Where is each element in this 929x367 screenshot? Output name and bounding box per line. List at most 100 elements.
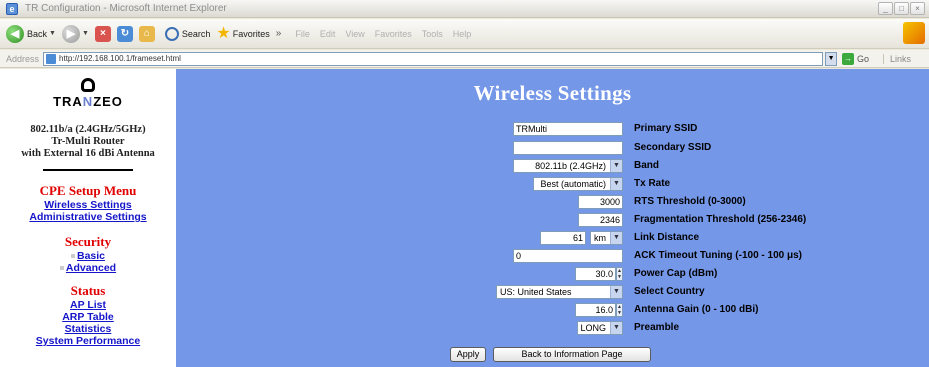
star-icon: ★ <box>216 24 231 42</box>
preamble-value: LONG <box>580 323 606 333</box>
maximize-icon[interactable]: □ <box>894 2 909 15</box>
product-line-2: Tr-Multi Router <box>51 136 125 147</box>
primary-ssid-input[interactable]: TRMulti <box>513 122 623 136</box>
search-button[interactable]: Search <box>164 26 211 41</box>
back-arrow-icon: ◀ <box>6 24 24 43</box>
sidebar-link-system-performance[interactable]: System Performance <box>0 335 176 347</box>
secondary-ssid-input[interactable] <box>513 141 623 155</box>
tx-rate-select[interactable]: Best (automatic) ▼ <box>533 177 623 191</box>
fragmentation-threshold-input[interactable]: 2346 <box>578 213 623 227</box>
back-label: Back <box>27 28 48 39</box>
sidebar-link-basic[interactable]: Basic <box>77 250 105 262</box>
cpe-setup-menu-title: CPE Setup Menu <box>39 183 137 198</box>
sidebar-link-administrative-settings[interactable]: Administrative Settings <box>0 211 176 223</box>
forward-arrow-icon: ▶ <box>61 24 80 43</box>
power-cap-input[interactable]: 30.0 <box>575 267 616 281</box>
rts-threshold-label: RTS Threshold (0-3000) <box>634 196 746 207</box>
window-controls: _ □ × <box>878 2 925 15</box>
preamble-label: Preamble <box>634 322 680 333</box>
go-arrow-icon: → <box>842 52 855 65</box>
rts-threshold-input[interactable]: 3000 <box>578 195 623 209</box>
tranzeo-logo: TRANZEO <box>0 78 176 112</box>
address-url: http://192.168.100.1/frameset.html <box>59 54 181 63</box>
country-value: US: United States <box>500 287 572 297</box>
back-to-information-page-button[interactable]: Back to Information Page <box>493 347 651 362</box>
links-button[interactable]: Links <box>883 53 911 64</box>
chevron-down-icon[interactable]: ▼ <box>610 232 622 244</box>
antenna-gain-label: Antenna Gain (0 - 100 dBi) <box>634 304 759 315</box>
product-description: 802.11b/a (2.4GHz/5GHz) Tr-Multi Router … <box>0 124 176 160</box>
ack-timeout-label: ACK Timeout Tuning (-100 - 100 μs) <box>634 250 802 261</box>
status-title: Status <box>70 283 106 298</box>
sidebar-link-arp-table[interactable]: ARP Table <box>0 311 176 323</box>
product-line-3: with External 16 dBi Antenna <box>21 148 155 159</box>
secondary-ssid-label: Secondary SSID <box>634 142 712 153</box>
minimize-icon[interactable]: _ <box>878 2 893 15</box>
link-distance-input[interactable]: 61 <box>540 231 586 245</box>
page-title: Wireless Settings <box>473 81 632 105</box>
preamble-select[interactable]: LONG ▼ <box>577 321 623 335</box>
sidebar-link-ap-list[interactable]: AP List <box>0 299 176 311</box>
search-icon <box>164 26 179 41</box>
menu-favorites[interactable]: Favorites <box>375 29 412 39</box>
menu-view[interactable]: View <box>345 29 364 39</box>
address-input[interactable]: http://192.168.100.1/frameset.html <box>43 51 824 66</box>
favorites-label: Favorites <box>232 28 270 39</box>
favorites-button[interactable]: ★ Favorites <box>216 24 270 42</box>
ack-timeout-input[interactable]: 0 <box>513 249 623 263</box>
chevron-down-icon[interactable]: ▼ <box>610 286 622 298</box>
toolbar-overflow-icon[interactable]: » <box>276 28 282 39</box>
link-distance-unit-value: km <box>594 233 606 243</box>
address-dropdown-icon[interactable]: ▼ <box>825 51 838 66</box>
window-title-bar: e TR Configuration - Microsoft Internet … <box>0 0 929 18</box>
select-country-label: Select Country <box>634 286 705 297</box>
stop-button[interactable]: × <box>94 25 111 42</box>
band-select[interactable]: 802.11b (2.4GHz) ▼ <box>513 159 623 173</box>
chevron-down-icon[interactable]: ▼ <box>610 160 622 172</box>
band-value: 802.11b (2.4GHz) <box>535 161 606 171</box>
sidebar-item-basic[interactable]: Basic <box>0 250 176 262</box>
menu-bar: File Edit View Favorites Tools Help <box>295 29 471 39</box>
sidebar-divider <box>43 169 133 171</box>
fragmentation-threshold-label: Fragmentation Threshold (256-2346) <box>634 214 807 225</box>
antenna-gain-input[interactable]: 16.0 <box>575 303 616 317</box>
logo-text: TRANZEO <box>53 94 123 109</box>
browser-toolbar: ◀ Back ▼ ▶ ▼ × ↻ ⌂ Search ★ Favorites » … <box>0 19 929 49</box>
bullet-icon <box>70 254 75 258</box>
logo-icon <box>81 78 95 92</box>
sidebar-link-wireless-settings[interactable]: Wireless Settings <box>0 199 176 211</box>
apply-button[interactable]: Apply <box>450 347 486 362</box>
tx-rate-value: Best (automatic) <box>540 179 606 189</box>
sidebar-link-statistics[interactable]: Statistics <box>0 323 176 335</box>
go-label: Go <box>857 53 870 64</box>
stop-icon: × <box>94 25 111 42</box>
sidebar-item-advanced[interactable]: Advanced <box>0 262 176 274</box>
link-distance-label: Link Distance <box>634 232 700 243</box>
menu-help[interactable]: Help <box>453 29 472 39</box>
country-select[interactable]: US: United States ▼ <box>496 285 623 299</box>
address-bar: Address http://192.168.100.1/frameset.ht… <box>0 50 929 68</box>
sidebar-link-advanced[interactable]: Advanced <box>66 262 116 274</box>
link-distance-unit-select[interactable]: km ▼ <box>590 231 623 245</box>
windows-logo-icon <box>903 22 925 44</box>
go-button[interactable]: → Go <box>842 52 870 65</box>
sidebar: TRANZEO 802.11b/a (2.4GHz/5GHz) Tr-Multi… <box>0 69 176 367</box>
home-button[interactable]: ⌂ <box>138 25 155 42</box>
home-icon: ⌂ <box>138 25 155 42</box>
close-icon[interactable]: × <box>910 2 925 15</box>
product-line-1: 802.11b/a (2.4GHz/5GHz) <box>30 124 146 135</box>
search-label: Search <box>181 28 211 39</box>
forward-button[interactable]: ▶ ▼ <box>61 24 89 43</box>
antenna-gain-spinner-icon[interactable]: ▲ ▼ <box>616 303 623 317</box>
back-button[interactable]: ◀ Back ▼ <box>6 24 56 43</box>
refresh-button[interactable]: ↻ <box>116 25 133 42</box>
chevron-down-icon[interactable]: ▼ <box>82 30 89 37</box>
chevron-down-icon[interactable]: ▼ <box>610 322 622 334</box>
power-cap-spinner-icon[interactable]: ▲ ▼ <box>616 267 623 281</box>
menu-file[interactable]: File <box>295 29 310 39</box>
primary-ssid-label: Primary SSID <box>634 123 698 134</box>
chevron-down-icon[interactable]: ▼ <box>610 178 622 190</box>
menu-edit[interactable]: Edit <box>320 29 336 39</box>
chevron-down-icon[interactable]: ▼ <box>49 30 56 37</box>
menu-tools[interactable]: Tools <box>422 29 443 39</box>
